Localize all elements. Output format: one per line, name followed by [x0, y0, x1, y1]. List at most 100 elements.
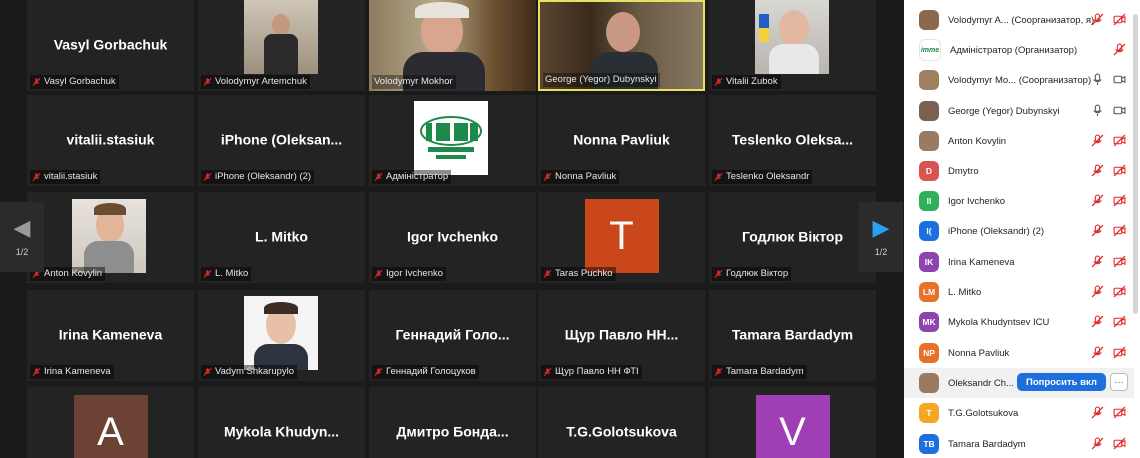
- participant-photo: [244, 296, 318, 370]
- muted-mic-icon: [1091, 255, 1104, 268]
- video-tile-volodymyr-mokhor[interactable]: Volodymyr Mokhor: [369, 0, 536, 91]
- tile-caption: Адміністратор: [372, 170, 452, 184]
- muted-mic-icon: [1091, 406, 1104, 419]
- more-options-button[interactable]: ···: [1110, 373, 1128, 391]
- participant-row[interactable]: II Igor Ivchenko: [904, 186, 1134, 216]
- participant-row[interactable]: IK Irina Kameneva: [904, 247, 1134, 277]
- participant-status-icons: [1091, 437, 1126, 450]
- video-tile-v[interactable]: V: [709, 387, 876, 458]
- avatar: [919, 10, 939, 30]
- tile-display-name: Tamara Bardadym: [731, 325, 854, 342]
- participant-status-icons: [1091, 104, 1126, 117]
- video-tile-nonna-pavliuk[interactable]: Nonna Pavliuk Nonna Pavliuk: [538, 95, 705, 186]
- participant-name: Volodymyr Mo... (Соорганизатор): [948, 74, 1092, 86]
- video-tile-tamara-bardadym[interactable]: Tamara Bardadym Tamara Bardadym: [709, 290, 876, 381]
- participant-photo: [755, 0, 829, 74]
- tile-caption: Taras Puchko: [541, 267, 616, 281]
- institute-logo: [414, 101, 488, 175]
- video-tile-irina-kameneva[interactable]: Irina Kameneva Irina Kameneva: [27, 290, 194, 381]
- video-tile-mykola-khudyntsev[interactable]: Mykola Khudyn...: [198, 387, 365, 458]
- imme-logo-icon: [420, 116, 482, 159]
- video-off-icon: [1113, 134, 1126, 147]
- participant-status-icons: [1091, 315, 1126, 328]
- next-page-button[interactable]: ▶ 1/2: [859, 202, 903, 272]
- video-icon: [1113, 75, 1126, 84]
- tile-display-name: Igor Ivchenko: [406, 227, 499, 244]
- video-tile-george-dubynskyi[interactable]: George (Yegor) Dubynskyi: [538, 0, 705, 91]
- video-off-icon: [1113, 224, 1126, 237]
- tile-display-name: iPhone (Oleksan...: [220, 130, 343, 147]
- ask-to-unmute-button[interactable]: Попросить вкл: [1017, 373, 1106, 391]
- video-tile-dmytro-bondarenko[interactable]: Дмитро Бонда...: [369, 387, 536, 458]
- video-tile-shchur-pavlo[interactable]: Щур Павло НН... Щур Павло НН ФТІ: [538, 290, 705, 381]
- avatar: IK: [919, 252, 939, 272]
- participant-row[interactable]: imme Адміністратор (Организатор): [904, 35, 1134, 65]
- tile-display-name: Щур Павло НН...: [564, 325, 679, 342]
- tile-display-name: Mykola Khudyn...: [223, 423, 340, 440]
- video-tile-tg-golotsukova[interactable]: T.G.Golotsukova: [538, 387, 705, 458]
- participant-row[interactable]: Volodymyr Mo... (Соорганизатор): [904, 65, 1134, 95]
- participant-photo: [244, 0, 318, 74]
- muted-mic-icon: [203, 270, 212, 278]
- participant-name: Адміністратор (Организатор): [950, 44, 1078, 56]
- tile-caption: Щур Павло НН ФТІ: [541, 365, 642, 379]
- participant-row[interactable]: TB Tamara Bardadym: [904, 429, 1134, 458]
- video-tile-vitalii-zubok[interactable]: Vitalii Zubok: [709, 0, 876, 91]
- participant-name: Mykola Khudyntsev ICU: [948, 316, 1050, 328]
- video-tile-vasyl-gorbachuk[interactable]: Vasyl Gorbachuk Vasyl Gorbachuk: [27, 0, 194, 91]
- tile-display-name: L. Mitko: [255, 227, 308, 244]
- participants-panel: Volodymyr A... (Соорганизатор, я) imme А…: [904, 0, 1140, 458]
- video-tile-l-mitko[interactable]: L. Mitko L. Mitko: [198, 192, 365, 283]
- tile-caption: L. Mitko: [201, 267, 252, 281]
- avatar: MK: [919, 312, 939, 332]
- video-tile-taras-puchko[interactable]: T Taras Puchko: [538, 192, 705, 283]
- participant-row[interactable]: NP Nonna Pavliuk: [904, 338, 1134, 368]
- video-tile-a[interactable]: A: [27, 387, 194, 458]
- participant-row[interactable]: Anton Kovylin: [904, 126, 1134, 156]
- muted-mic-icon: [543, 368, 552, 376]
- video-tile-vadym-shkarupylo[interactable]: Vadym Shkarupylo: [198, 290, 365, 381]
- muted-mic-icon: [1091, 134, 1104, 147]
- tile-display-name: Геннадий Голо...: [395, 325, 510, 342]
- video-tile-gennadiy-golotsukov[interactable]: Геннадий Голо... Геннадий Голоцуков: [369, 290, 536, 381]
- video-tile-volodymyr-artemchuk[interactable]: Volodymyr Artemchuk: [198, 0, 365, 91]
- video-off-icon: [1113, 13, 1126, 26]
- muted-mic-icon: [1091, 224, 1104, 237]
- video-tile-vitalii-stasiuk[interactable]: vitalii.stasiuk vitalii.stasiuk: [27, 95, 194, 186]
- participant-status-icons: [1091, 224, 1126, 237]
- muted-mic-icon: [203, 173, 212, 181]
- video-tile-teslenko-oleksandr[interactable]: Teslenko Oleksa... Teslenko Oleksandr: [709, 95, 876, 186]
- muted-mic-icon: [714, 173, 723, 181]
- video-tile-igor-ivchenko[interactable]: Igor Ivchenko Igor Ivchenko: [369, 192, 536, 283]
- participant-status-icons: [1091, 406, 1126, 419]
- video-off-icon: [1113, 164, 1126, 177]
- video-tile-anton-kovylin[interactable]: Anton Kovylin: [27, 192, 194, 283]
- participant-row[interactable]: George (Yegor) Dubynskyi: [904, 96, 1134, 126]
- video-off-icon: [1113, 437, 1126, 450]
- avatar: II: [919, 191, 939, 211]
- muted-mic-icon: [714, 368, 723, 376]
- video-tile-administrator[interactable]: Адміністратор: [369, 95, 536, 186]
- participant-row[interactable]: D Dmytro: [904, 156, 1134, 186]
- tile-caption: George (Yegor) Dubynskyi: [543, 73, 660, 87]
- muted-mic-icon: [32, 368, 41, 376]
- mic-icon: [1093, 104, 1102, 116]
- participant-row[interactable]: MK Mykola Khudyntsev ICU: [904, 307, 1134, 337]
- tile-display-name: Дмитро Бонда...: [396, 423, 509, 440]
- participant-status-icons: [1091, 134, 1126, 147]
- muted-mic-icon: [1091, 164, 1104, 177]
- participant-row[interactable]: Volodymyr A... (Соорганизатор, я): [904, 5, 1134, 35]
- muted-mic-icon: [1091, 315, 1104, 328]
- participant-row[interactable]: I( iPhone (Oleksandr) (2): [904, 216, 1134, 246]
- video-tile-iphone-oleksandr[interactable]: iPhone (Oleksan... iPhone (Oleksandr) (2…: [198, 95, 365, 186]
- participant-row[interactable]: LM L. Mitko: [904, 277, 1134, 307]
- tile-display-name: Teslenko Oleksa...: [731, 130, 854, 147]
- avatar: I(: [919, 221, 939, 241]
- video-tile-godliuk-viktor[interactable]: Годлюк Віктор Годлюк Віктор: [709, 192, 876, 283]
- participant-status-icons: [1113, 43, 1126, 56]
- previous-page-button[interactable]: ◀ 1/2: [0, 202, 44, 272]
- avatar: T: [919, 403, 939, 423]
- participant-row[interactable]: T T.G.Golotsukova: [904, 398, 1134, 428]
- participant-row-hovered[interactable]: Oleksandr Ch... Попросить вкл ···: [904, 368, 1134, 398]
- avatar: [919, 101, 939, 121]
